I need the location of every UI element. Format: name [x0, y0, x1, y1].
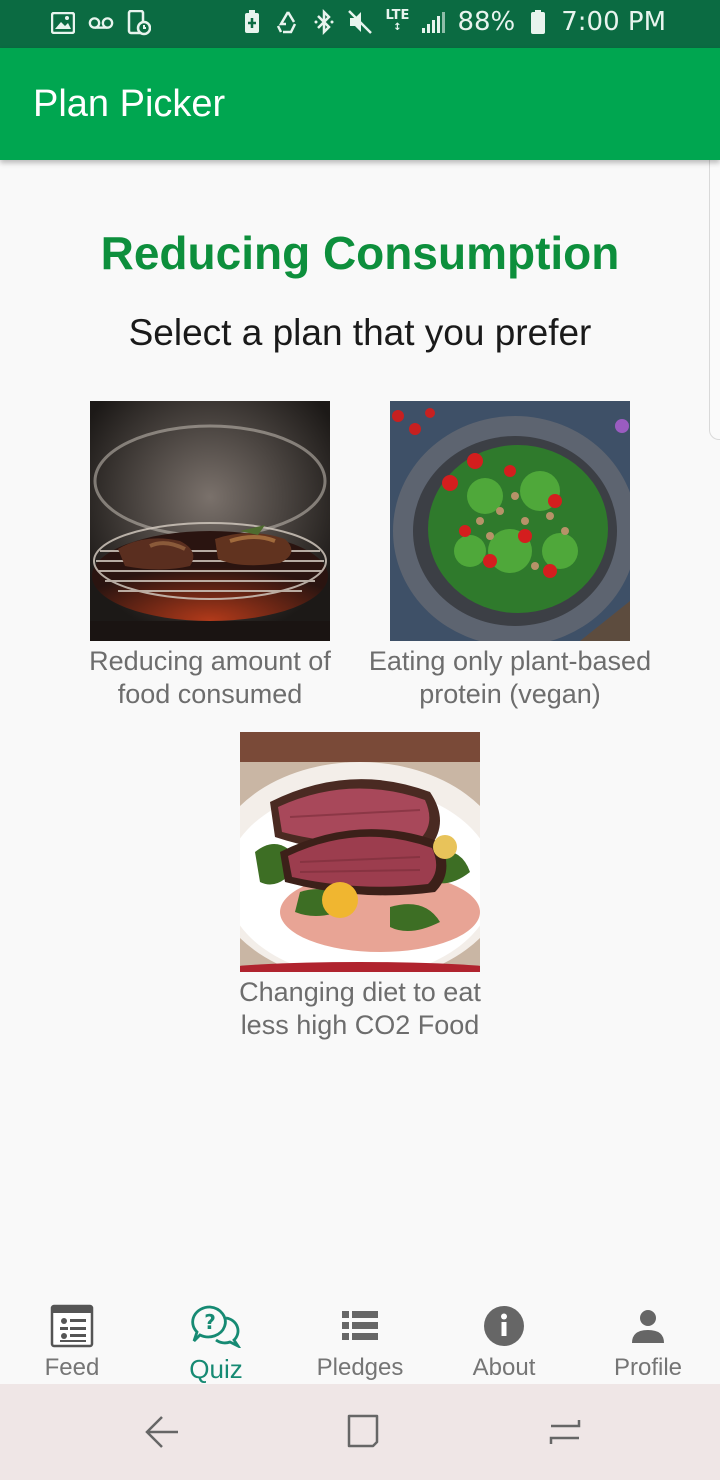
plan-label: Changing diet to eat less high CO2 Food — [239, 977, 481, 1040]
list-icon — [288, 1296, 432, 1356]
nav-item-quiz[interactable]: ? Quiz — [144, 1296, 288, 1384]
bottom-navigation: Feed ? Quiz Pledges About Profile — [0, 1296, 720, 1384]
battery-icon — [525, 9, 551, 35]
nav-item-profile[interactable]: Profile — [576, 1296, 720, 1384]
grilled-meat-photo[interactable] — [90, 401, 330, 641]
status-bar: LTE ↕ 88% 7:00 PM — [0, 0, 720, 48]
lte-icon: LTE ↕ — [385, 8, 410, 33]
side-panel-handle[interactable] — [709, 148, 720, 440]
nav-item-pledges[interactable]: Pledges — [288, 1296, 432, 1384]
nav-item-about[interactable]: About — [432, 1296, 576, 1384]
quiz-icon: ? — [144, 1296, 288, 1356]
plan-option-reduce-amount[interactable]: Reducing amount of food consumed — [50, 401, 370, 711]
page-subheading: Select a plan that you prefer — [128, 312, 592, 353]
plan-option-vegan[interactable]: Eating only plant-based protein (vegan) — [350, 401, 670, 711]
voicemail-icon — [88, 10, 114, 36]
signal-icon — [421, 9, 447, 35]
plan-option-low-co2[interactable]: Changing diet to eat less high CO2 Food — [200, 732, 520, 1042]
salad-bowl-photo[interactable] — [390, 401, 630, 641]
plan-label: Reducing amount of food consumed — [89, 646, 331, 709]
plan-label: Eating only plant-based protein (vegan) — [368, 646, 652, 709]
steak-plate-photo[interactable] — [240, 732, 480, 972]
svg-text:?: ? — [204, 1310, 216, 1334]
page-heading: Reducing Consumption — [100, 227, 620, 279]
nav-label: About — [472, 1354, 536, 1381]
nav-item-feed[interactable]: Feed — [0, 1296, 144, 1384]
home-icon[interactable] — [343, 1412, 383, 1452]
image-icon — [50, 10, 76, 36]
recents-icon[interactable] — [545, 1412, 585, 1452]
nav-label: Feed — [44, 1354, 100, 1381]
recycle-icon — [275, 9, 301, 35]
nav-label: Pledges — [316, 1354, 404, 1381]
app-bar: Plan Picker — [0, 48, 720, 160]
bluetooth-icon — [311, 9, 337, 35]
phone-clock-icon — [126, 10, 152, 36]
system-navigation-bar — [0, 1384, 720, 1480]
battery-saver-icon — [239, 9, 265, 35]
clock: 7:00 PM — [561, 7, 666, 37]
feed-icon — [0, 1296, 144, 1356]
info-icon — [432, 1296, 576, 1356]
person-icon — [576, 1296, 720, 1356]
battery-percent: 88% — [457, 7, 516, 37]
mute-icon — [347, 9, 373, 35]
app-title: Plan Picker — [33, 83, 226, 125]
nav-label: Quiz — [189, 1354, 243, 1384]
nav-label: Profile — [613, 1354, 683, 1381]
back-icon[interactable] — [142, 1412, 182, 1452]
